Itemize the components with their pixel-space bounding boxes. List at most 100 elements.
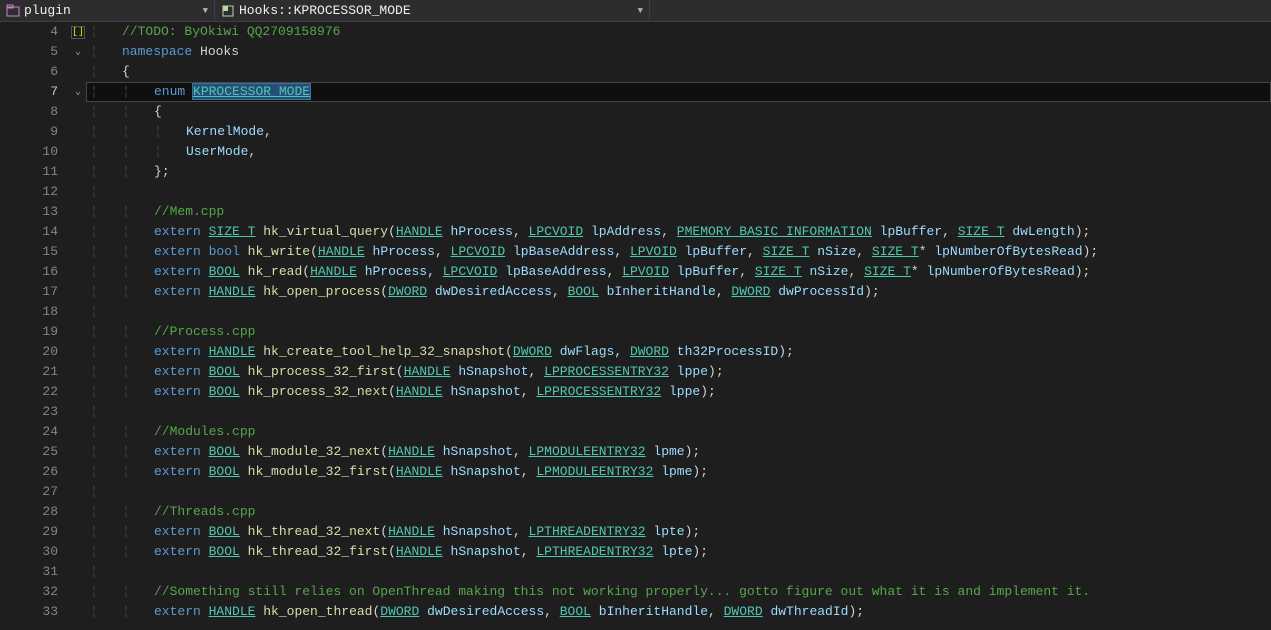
- line-number[interactable]: 21: [0, 362, 58, 382]
- fold-toggle[interactable]: [70, 342, 86, 362]
- code-token: lpBuffer: [685, 244, 747, 259]
- fold-toggle[interactable]: [70, 442, 86, 462]
- code-line[interactable]: KernelMode,: [86, 122, 1271, 142]
- code-line[interactable]: extern bool hk_write(HANDLE hProcess, LP…: [86, 242, 1271, 262]
- line-number[interactable]: 12: [0, 182, 58, 202]
- line-number[interactable]: 16: [0, 262, 58, 282]
- line-number[interactable]: 24: [0, 422, 58, 442]
- line-number[interactable]: 20: [0, 342, 58, 362]
- fold-toggle[interactable]: [70, 222, 86, 242]
- fold-toggle[interactable]: [70, 582, 86, 602]
- code-line[interactable]: enum KPROCESSOR_MODE: [86, 82, 1271, 102]
- code-line[interactable]: //Mem.cpp: [86, 202, 1271, 222]
- fold-toggle[interactable]: [70, 462, 86, 482]
- fold-toggle[interactable]: [70, 422, 86, 442]
- line-number[interactable]: 9: [0, 122, 58, 142]
- code-line[interactable]: UserMode,: [86, 142, 1271, 162]
- code-line[interactable]: extern SIZE_T hk_virtual_query(HANDLE hP…: [86, 222, 1271, 242]
- scope-dropdown-symbol[interactable]: Hooks::KPROCESSOR_MODE ▼: [215, 0, 650, 21]
- fold-toggle[interactable]: [70, 242, 86, 262]
- fold-toggle[interactable]: [70, 482, 86, 502]
- code-line[interactable]: //Something still relies on OpenThread m…: [86, 582, 1271, 602]
- code-line[interactable]: //TODO: ByOkiwi QQ2709158976: [86, 22, 1271, 42]
- line-number[interactable]: 4: [0, 22, 58, 42]
- fold-toggle[interactable]: [70, 522, 86, 542]
- line-number-gutter[interactable]: 4567891011121314151617181920212223242526…: [0, 22, 70, 630]
- line-number[interactable]: 6: [0, 62, 58, 82]
- code-line[interactable]: extern BOOL hk_thread_32_first(HANDLE hS…: [86, 542, 1271, 562]
- fold-toggle[interactable]: [70, 562, 86, 582]
- code-line[interactable]: {: [86, 102, 1271, 122]
- line-number[interactable]: 19: [0, 322, 58, 342]
- fold-toggle[interactable]: [70, 602, 86, 622]
- code-line[interactable]: [86, 302, 1271, 322]
- indent-guide: [90, 42, 122, 62]
- code-line[interactable]: [86, 182, 1271, 202]
- fold-toggle[interactable]: [70, 402, 86, 422]
- line-number[interactable]: 10: [0, 142, 58, 162]
- line-number[interactable]: 29: [0, 522, 58, 542]
- line-number[interactable]: 32: [0, 582, 58, 602]
- code-area[interactable]: //TODO: ByOkiwi QQ2709158976namespace Ho…: [86, 22, 1271, 630]
- code-line[interactable]: extern BOOL hk_thread_32_next(HANDLE hSn…: [86, 522, 1271, 542]
- fold-toggle[interactable]: [70, 102, 86, 122]
- code-line[interactable]: [86, 482, 1271, 502]
- line-number[interactable]: 8: [0, 102, 58, 122]
- fold-toggle[interactable]: ⌄: [70, 42, 86, 62]
- code-line[interactable]: extern BOOL hk_module_32_first(HANDLE hS…: [86, 462, 1271, 482]
- code-token: [192, 44, 200, 59]
- code-line[interactable]: //Modules.cpp: [86, 422, 1271, 442]
- line-number[interactable]: 17: [0, 282, 58, 302]
- line-number[interactable]: 22: [0, 382, 58, 402]
- line-number[interactable]: 7: [0, 82, 58, 102]
- line-number[interactable]: 30: [0, 542, 58, 562]
- code-token: [240, 364, 248, 379]
- line-number[interactable]: 31: [0, 562, 58, 582]
- fold-toggle[interactable]: [70, 322, 86, 342]
- line-number[interactable]: 23: [0, 402, 58, 422]
- code-line[interactable]: extern BOOL hk_module_32_next(HANDLE hSn…: [86, 442, 1271, 462]
- code-line[interactable]: extern HANDLE hk_open_thread(DWORD dwDes…: [86, 602, 1271, 622]
- fold-toggle[interactable]: [70, 262, 86, 282]
- code-line[interactable]: namespace Hooks: [86, 42, 1271, 62]
- line-number[interactable]: 18: [0, 302, 58, 322]
- code-line[interactable]: extern BOOL hk_process_32_next(HANDLE hS…: [86, 382, 1271, 402]
- fold-toggle[interactable]: [70, 362, 86, 382]
- line-number[interactable]: 5: [0, 42, 58, 62]
- fold-toggle[interactable]: ⌄: [70, 82, 86, 102]
- code-line[interactable]: extern HANDLE hk_create_tool_help_32_sna…: [86, 342, 1271, 362]
- code-editor[interactable]: 4567891011121314151617181920212223242526…: [0, 22, 1271, 630]
- code-line[interactable]: extern HANDLE hk_open_process(DWORD dwDe…: [86, 282, 1271, 302]
- scope-dropdown-project[interactable]: plugin ▼: [0, 0, 215, 21]
- line-number[interactable]: 15: [0, 242, 58, 262]
- line-number[interactable]: 14: [0, 222, 58, 242]
- code-line[interactable]: {: [86, 62, 1271, 82]
- code-line[interactable]: //Process.cpp: [86, 322, 1271, 342]
- fold-toggle[interactable]: [70, 142, 86, 162]
- fold-toggle[interactable]: [70, 182, 86, 202]
- fold-toggle[interactable]: [70, 382, 86, 402]
- line-number[interactable]: 28: [0, 502, 58, 522]
- fold-toggle[interactable]: [70, 202, 86, 222]
- fold-toggle[interactable]: []: [70, 22, 86, 42]
- fold-toggle[interactable]: [70, 122, 86, 142]
- line-number[interactable]: 33: [0, 602, 58, 622]
- line-number[interactable]: 26: [0, 462, 58, 482]
- code-line[interactable]: [86, 402, 1271, 422]
- line-number[interactable]: 13: [0, 202, 58, 222]
- code-line[interactable]: };: [86, 162, 1271, 182]
- code-line[interactable]: extern BOOL hk_read(HANDLE hProcess, LPC…: [86, 262, 1271, 282]
- fold-toggle[interactable]: [70, 162, 86, 182]
- fold-toggle[interactable]: [70, 282, 86, 302]
- line-number[interactable]: 25: [0, 442, 58, 462]
- line-number[interactable]: 27: [0, 482, 58, 502]
- fold-toggle[interactable]: [70, 542, 86, 562]
- fold-toggle[interactable]: [70, 302, 86, 322]
- code-line[interactable]: extern BOOL hk_process_32_first(HANDLE h…: [86, 362, 1271, 382]
- code-line[interactable]: [86, 562, 1271, 582]
- line-number[interactable]: 11: [0, 162, 58, 182]
- fold-column[interactable]: []⌄⌄: [70, 22, 86, 630]
- fold-toggle[interactable]: [70, 62, 86, 82]
- fold-toggle[interactable]: [70, 502, 86, 522]
- code-line[interactable]: //Threads.cpp: [86, 502, 1271, 522]
